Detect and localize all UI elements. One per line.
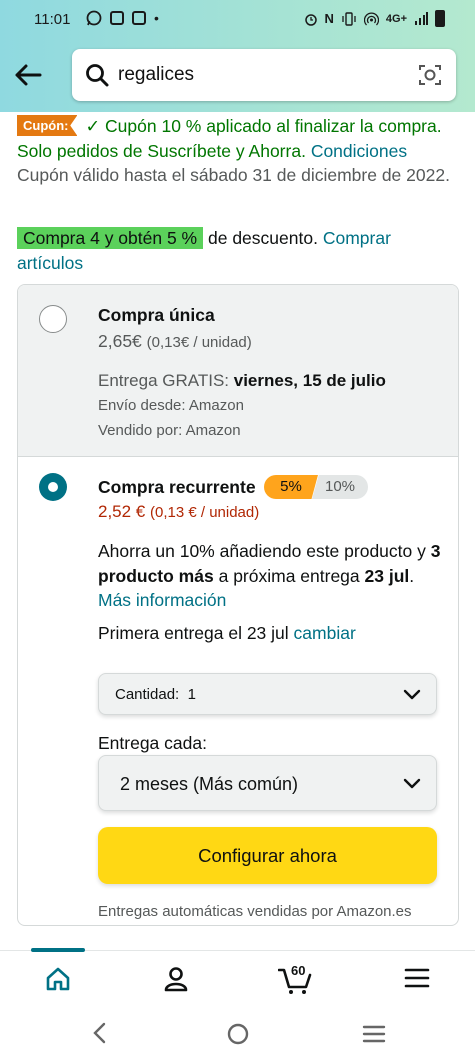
home-icon[interactable] [44,965,72,993]
ships-from: Envío desde: Amazon [98,397,244,414]
active-tab-indicator [31,948,85,952]
one-time-price: 2,65€ [98,331,142,351]
search-icon [86,64,109,87]
discount-tier-current: 5% [264,475,318,499]
delivery-info: Entrega GRATIS: viernes, 15 de julio [98,371,386,391]
saving-text-2: a próxima entrega [218,565,360,586]
conditions-link[interactable]: Condiciones [311,141,407,161]
system-icons: N 4G+ [304,10,445,27]
vibrate-icon [342,11,356,26]
network-type: 4G+ [385,12,407,25]
whatsapp-icon [86,10,102,26]
hotspot-icon [363,12,379,25]
bottom-nav: 60 [0,948,475,1008]
first-delivery-text: Primera entrega el 23 jul [98,623,289,643]
coupon-info: Cupón: ✓ Cupón 10 % aplicado al finalizar… [17,114,457,188]
promo-badge: Compra 4 y obtén 5 % [17,227,204,249]
promo-line: Compra 4 y obtén 5 % de descuento. Compr… [17,226,457,275]
one-time-radio[interactable] [39,305,67,333]
one-time-purchase-option[interactable]: Compra única 2,65€ (0,13€ / unidad) Entr… [18,285,458,457]
status-bar: 11:01 • N 4G+ [0,0,475,38]
system-home-icon[interactable] [226,1022,250,1046]
nfc-icon: N [324,11,334,26]
menu-icon[interactable] [404,965,430,991]
search-input[interactable]: regalices [118,64,194,86]
cart-count: 60 [291,963,306,978]
chevron-down-icon [403,778,421,789]
system-navigation-bar [0,1008,475,1059]
auto-delivery-note: Entregas automáticas vendidas por Amazon… [98,903,412,920]
more-info-link[interactable]: Más información [98,590,226,610]
alarm-icon [304,13,317,26]
recurring-price-row: 2,52 € (0,13 € / unidad) [98,502,259,522]
recurring-unit-price: (0,13 € / unidad) [150,504,260,521]
recurring-title: Compra recurrente [98,477,256,497]
discount-tier-next: 10% [312,475,368,499]
battery-icon [435,10,445,27]
delivery-frequency-label: Entrega cada: [98,733,207,753]
saving-text: Ahorra un 10% añadiendo este producto y [98,541,426,561]
chevron-down-icon [403,689,421,700]
system-recents-icon[interactable] [362,1024,386,1044]
one-time-unit-price: (0,13€ / unidad) [146,334,252,351]
saving-date: 23 jul [364,565,410,586]
delivery-frequency-value: 2 meses (Más común) [120,774,299,794]
sold-by: Vendido por: Amazon [98,422,241,439]
delivery-prefix: Entrega GRATIS: [98,371,230,390]
notification-icons: • [86,10,159,26]
system-back-icon[interactable] [90,1022,110,1044]
quantity-label: Cantidad: 1 [115,686,196,703]
saving-message: Ahorra un 10% añadiendo este producto y … [98,541,441,610]
configure-now-button[interactable]: Configurar ahora [98,827,437,884]
status-time: 11:01 [34,11,71,28]
check-icon: ✓ [85,116,101,136]
quantity-dropdown[interactable]: Cantidad: 1 [98,673,437,715]
recurring-price: 2,52 € [98,502,146,521]
search-bar[interactable]: regalices [72,49,456,101]
camera-search-icon[interactable] [418,63,442,87]
back-arrow-icon[interactable] [12,60,44,90]
promo-text: de descuento. [208,228,318,248]
app-header: 11:01 • N 4G+ regalices [0,0,475,112]
one-time-price-row: 2,65€ (0,13€ / unidad) [98,331,252,352]
app-notification-icon [110,11,124,25]
coupon-validity: Cupón válido hasta el sábado 31 de dicie… [17,165,450,185]
signal-icon [415,11,428,25]
one-time-title: Compra única [98,305,215,325]
app-notification-icon [132,11,146,25]
purchase-options-card: Compra única 2,65€ (0,13€ / unidad) Entr… [17,284,459,926]
change-link[interactable]: cambiar [294,623,356,643]
dot-icon: • [154,10,159,26]
account-icon[interactable] [162,965,190,993]
recurring-radio[interactable] [39,473,67,501]
quantity-value: 1 [187,686,196,703]
delivery-date: viernes, 15 de julio [233,371,386,390]
coupon-tag: Cupón: [17,115,78,136]
first-delivery: Primera entrega el 23 jul cambiar [98,623,356,644]
delivery-frequency-dropdown[interactable]: 2 meses (Más común) [98,755,437,811]
